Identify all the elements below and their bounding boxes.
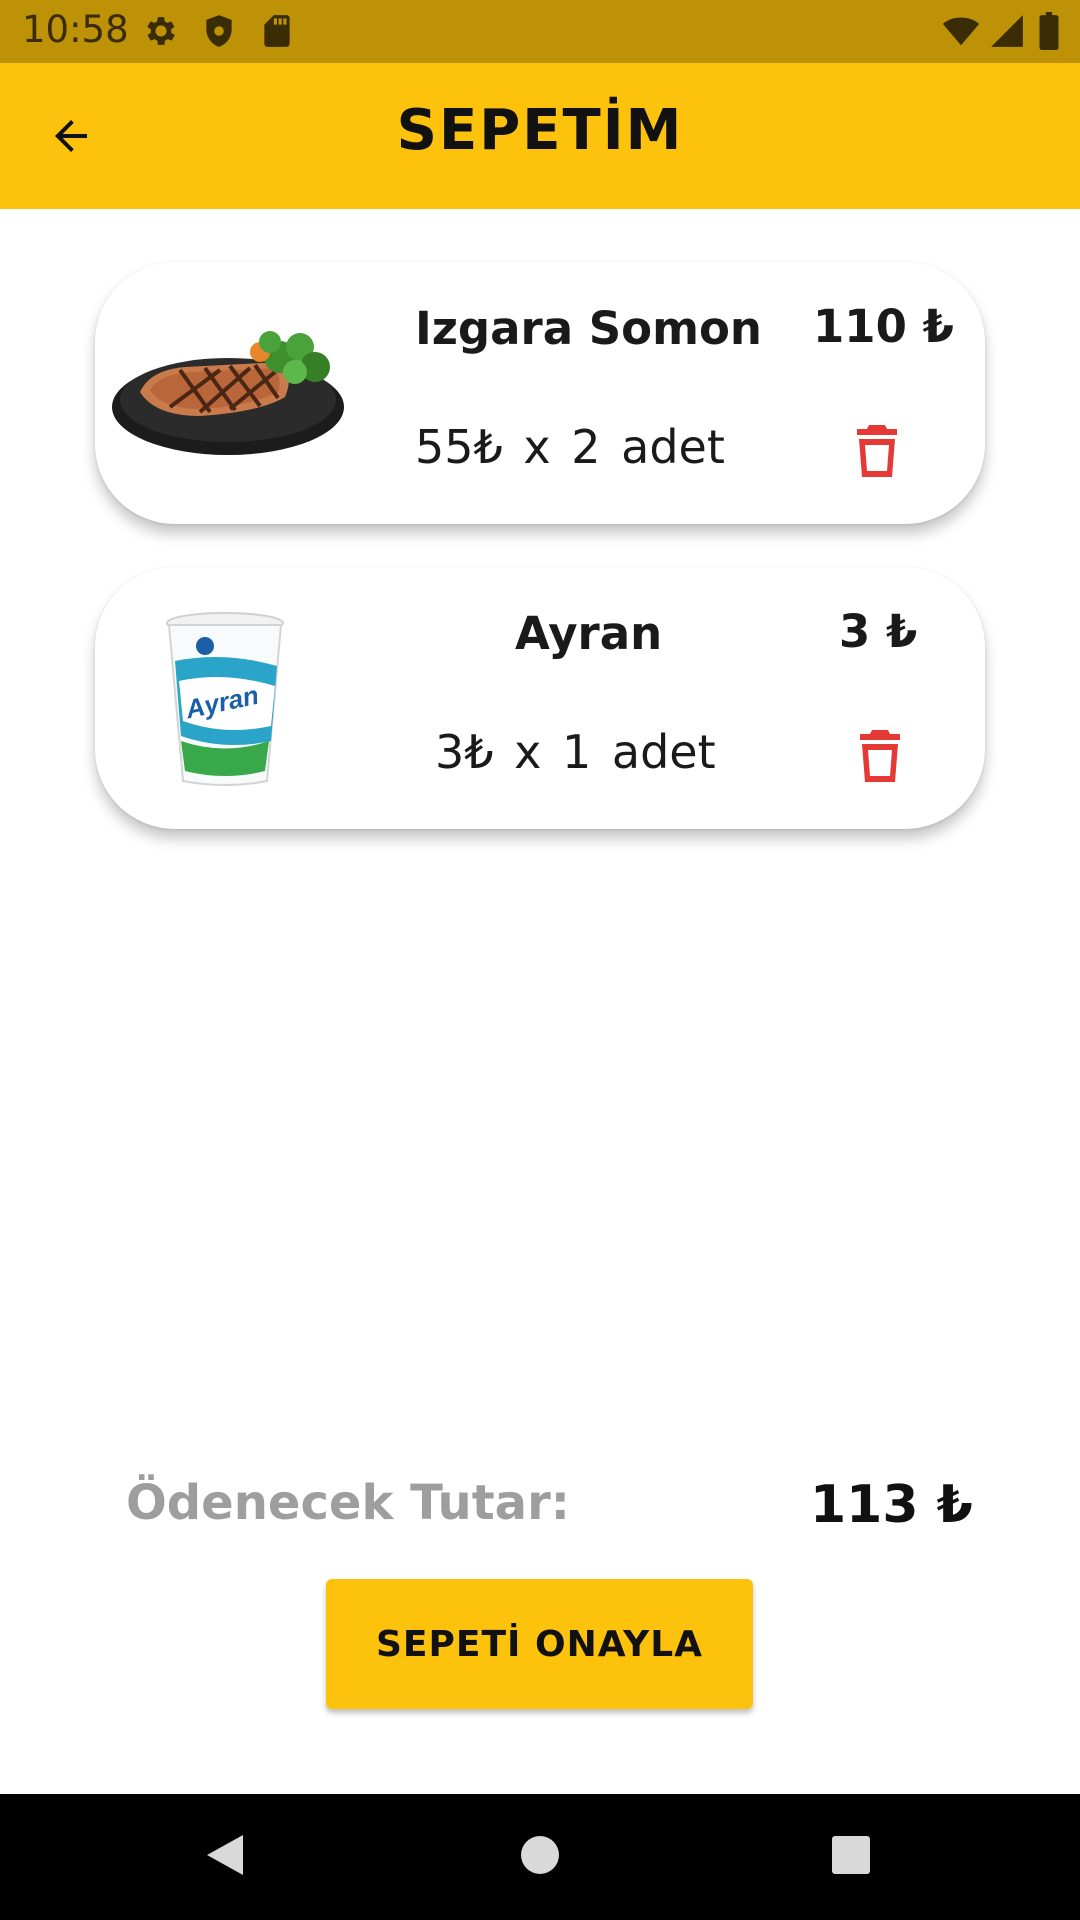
ayran-cup-image: Ayran — [165, 611, 285, 795]
page-title: SEPETİM — [396, 98, 684, 163]
item-total: 3 ₺ — [839, 605, 918, 658]
item-name: Ayran — [515, 607, 663, 660]
signal-icon — [988, 12, 1026, 54]
item-quantity: 55₺ x 2 adet — [415, 420, 725, 474]
wifi-icon — [940, 12, 982, 54]
nav-back-button[interactable] — [155, 1794, 295, 1920]
home-circle-icon — [519, 1834, 561, 1880]
app-bar: SEPETİM — [0, 63, 1080, 209]
delete-button[interactable] — [847, 418, 907, 488]
total-value: 113 ₺ — [810, 1475, 973, 1535]
settings-icon — [142, 12, 180, 54]
nav-home-button[interactable] — [470, 1794, 610, 1920]
sd-card-icon — [258, 12, 296, 54]
grilled-salmon-image — [110, 312, 350, 466]
confirm-cart-button[interactable]: SEPETİ ONAYLA — [326, 1579, 753, 1709]
cart-item: Izgara Somon 110 ₺ 55₺ x 2 adet — [95, 262, 985, 524]
item-name: Izgara Somon — [415, 302, 762, 355]
battery-icon — [1038, 12, 1060, 54]
delete-button[interactable] — [850, 723, 910, 793]
shield-icon — [200, 12, 238, 54]
status-time: 10:58 — [22, 8, 129, 51]
item-quantity: 3₺ x 1 adet — [435, 725, 716, 779]
item-total: 110 ₺ — [813, 300, 954, 353]
status-bar: 10:58 — [0, 0, 1080, 63]
cart-item: Ayran Ayran 3 ₺ 3₺ x 1 adet — [95, 567, 985, 829]
navigation-bar — [0, 1794, 1080, 1920]
recents-square-icon — [831, 1835, 871, 1879]
trash-icon — [853, 423, 901, 483]
back-triangle-icon — [203, 1831, 247, 1883]
trash-icon — [856, 728, 904, 788]
total-label: Ödenecek Tutar: — [126, 1475, 570, 1531]
nav-recents-button[interactable] — [781, 1794, 921, 1920]
